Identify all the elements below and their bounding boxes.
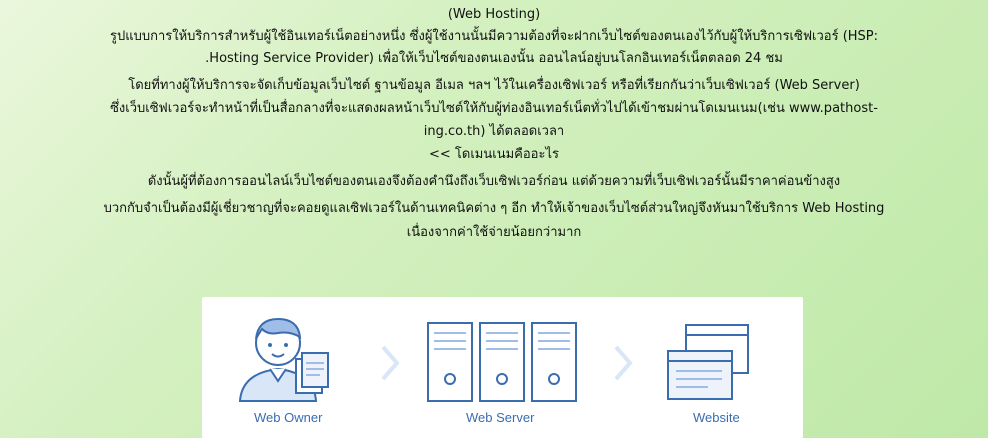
- website-icon: [667, 324, 749, 400]
- page: (Web Hosting) รูปแบบการให้บริการสำหรับผู…: [0, 0, 988, 438]
- paragraph-line: บวกกับจำเป็นต้องมีผู้เชี่ยวชาญที่จะคอยดู…: [103, 201, 885, 216]
- chevron-right-icon: [614, 345, 633, 381]
- web-server-caption: Web Server: [466, 410, 535, 425]
- paragraph-line: ซึ่งเว็บเซิฟเวอร์จะทำหน้าที่เป็นสื่อกลาง…: [110, 101, 878, 116]
- chevron-right-icon: [381, 345, 400, 381]
- website-caption: Website: [693, 410, 740, 425]
- heading-line: (Web Hosting): [447, 7, 541, 22]
- paragraph-line: โดยที่ทางผู้ให้บริการจะจัดเก็บข้อมูลเว็บ…: [128, 78, 860, 93]
- paragraph-line: .Hosting Service Provider) เพื่อให้เว็บไ…: [205, 51, 783, 66]
- paragraph-line: ing.co.th) ได้ตลอดเวลา: [423, 124, 565, 139]
- web-owner-icon: [238, 317, 329, 402]
- domain-name-link[interactable]: << โดเมนเนมคืออะไร: [0, 141, 988, 164]
- web-owner-caption: Web Owner: [254, 410, 323, 425]
- web-server-icon: [427, 322, 577, 402]
- hosting-diagram: Web Owner Web Server Website: [202, 297, 803, 438]
- paragraph-line: ดังนั้นผู้ที่ต้องการออนไลน์เว็บไซต์ของตน…: [147, 174, 841, 189]
- paragraph-line: รูปแบบการให้บริการสำหรับผู้ใช้อินเทอร์เน…: [109, 29, 879, 44]
- paragraph-line: เนื่องจากค่าใช้จ่ายน้อยกว่ามาก: [406, 225, 582, 240]
